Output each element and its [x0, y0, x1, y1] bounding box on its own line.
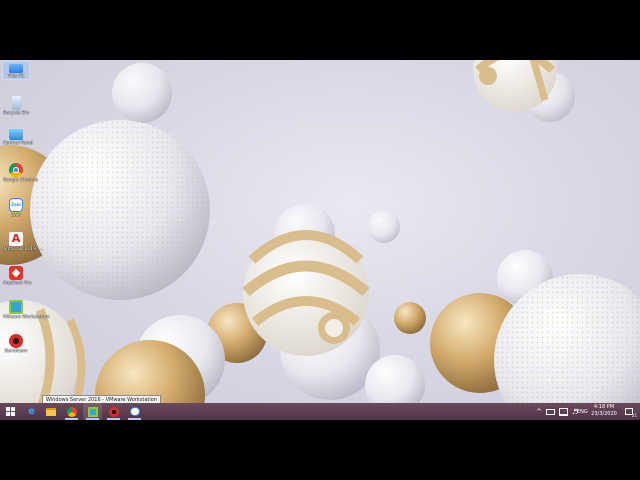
- autocad-icon: A: [9, 232, 23, 246]
- anydesk-icon: [9, 266, 23, 280]
- vmware-icon: [9, 300, 23, 314]
- desktop-icon-label: AnyDesk Pro: [3, 281, 32, 286]
- desktop-icon-this-pc[interactable]: This PC: [2, 61, 30, 80]
- control-panel-icon: [9, 129, 23, 140]
- bandicam-icon: [9, 334, 23, 348]
- clock-date: 23/3/2020: [591, 411, 617, 417]
- taskbar-bandicam[interactable]: [104, 403, 123, 420]
- desktop-icon-bandicam[interactable]: Bandicam: [3, 334, 29, 354]
- action-center-button[interactable]: 21: [622, 403, 637, 420]
- notification-icon: 21: [625, 408, 637, 418]
- chevron-up-icon[interactable]: ^: [536, 408, 542, 416]
- wallpaper: [0, 60, 640, 403]
- desktop-icon-label: This PC: [7, 74, 25, 79]
- desktop-icon-autocad[interactable]: A AutoCAD 2019 -...: [3, 232, 44, 252]
- desktop-icon-vmware[interactable]: VMware Workstation: [3, 300, 50, 320]
- desktop-icon-label: Recycle Bin: [3, 111, 29, 116]
- edge-icon: e: [28, 406, 35, 417]
- bandicam-icon: [108, 406, 119, 417]
- desktop-screen: This PC Recycle Bin Control Panel Google…: [0, 60, 640, 420]
- language-indicator[interactable]: ENG: [577, 403, 588, 420]
- zalo-icon: [129, 407, 140, 416]
- zalo-icon: Zalo: [9, 198, 23, 212]
- taskbar-edge[interactable]: e: [22, 403, 41, 420]
- chrome-icon: [9, 163, 23, 177]
- taskbar: e ^ ♬ ENG 4:18 PM 23/3/2020 21: [0, 403, 640, 420]
- desktop-icon-label: Google Chrome: [3, 178, 38, 183]
- taskbar-clock[interactable]: 4:18 PM 23/3/2020: [588, 404, 620, 418]
- desktop-icon-label: Control Panel: [3, 141, 33, 146]
- desktop-icon-recycle-bin[interactable]: Recycle Bin: [3, 96, 29, 116]
- taskbar-zalo[interactable]: [125, 403, 144, 420]
- taskbar-vmware[interactable]: [83, 403, 102, 420]
- desktop-icon-label: VMware Workstation: [3, 315, 50, 320]
- notification-count: 21: [631, 413, 637, 418]
- desktop-icon-google-chrome[interactable]: Google Chrome: [3, 163, 38, 183]
- battery-icon[interactable]: [545, 408, 555, 415]
- taskbar-chrome[interactable]: [62, 403, 81, 420]
- file-explorer-icon: [45, 407, 56, 416]
- recycle-bin-icon: [11, 96, 21, 110]
- network-icon[interactable]: [558, 407, 568, 416]
- clock-time: 4:18 PM: [593, 404, 615, 410]
- chrome-icon: [66, 406, 77, 417]
- start-button[interactable]: [0, 403, 20, 420]
- desktop-icon-zalo[interactable]: Zalo Zalo: [3, 198, 29, 218]
- desktop-icon-anydesk[interactable]: AnyDesk Pro: [3, 266, 32, 286]
- desktop-icon-label: Bandicam: [4, 349, 28, 354]
- system-tray: ^ ♬: [536, 403, 578, 420]
- language-label: ENG: [577, 408, 588, 415]
- vmware-icon: [87, 406, 98, 417]
- desktop-icon-label: Zalo: [11, 213, 21, 218]
- desktop-icon-label: AutoCAD 2019 -...: [3, 247, 44, 252]
- taskbar-file-explorer[interactable]: [41, 403, 60, 420]
- this-pc-icon: [9, 64, 23, 73]
- windows-start-icon: [5, 407, 15, 416]
- desktop-icon-control-panel[interactable]: Control Panel: [3, 129, 33, 146]
